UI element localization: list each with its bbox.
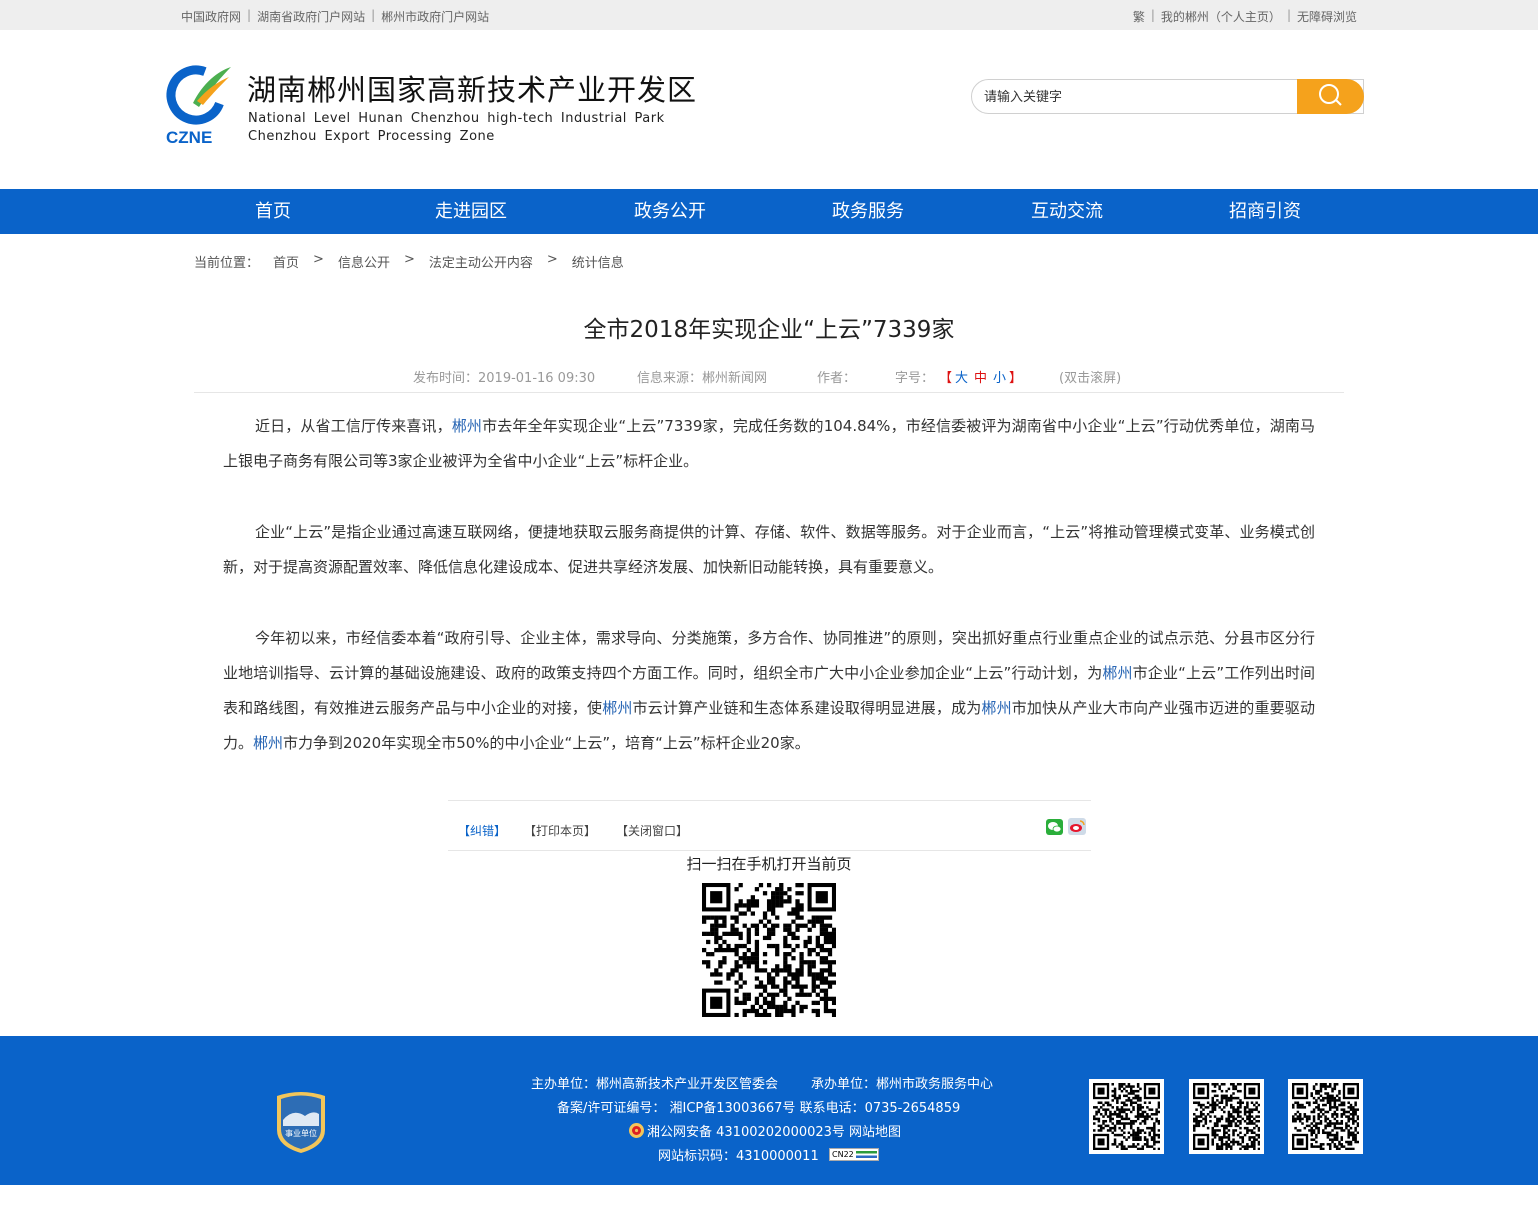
footer-icp[interactable]: 备案/许可证编号： 湘ICP备13003667号 联系电话：0735-26548… (557, 1097, 960, 1116)
font-size-large[interactable]: 大 (955, 367, 968, 386)
footer-qr-1 (1089, 1079, 1164, 1154)
article-title: 全市2018年实现企业“上云”7339家 (583, 317, 955, 343)
czne-logo[interactable]: CZNE (163, 63, 233, 153)
separator: | (371, 8, 376, 22)
breadcrumb-separator: > (403, 252, 415, 267)
qr-code-image (702, 883, 837, 1018)
tools-divider-top (448, 800, 1091, 801)
correction-link[interactable]: 【纠错】 (458, 822, 506, 839)
police-emblem-icon (628, 1122, 645, 1143)
nav-gov-services[interactable]: 政务服务 (832, 189, 904, 234)
place-link[interactable]: 郴州 (981, 699, 1011, 717)
nav-gov-affairs[interactable]: 政务公开 (634, 189, 706, 234)
page-qr-code (702, 883, 837, 1018)
footer-site-code: 网站标识码：4310000011 (658, 1149, 819, 1164)
paragraph-text: 企业“上云”是指企业通过高速互联网络，便捷地获取云服务商提供的计算、存储、软件、… (223, 523, 1315, 576)
search-input[interactable] (984, 88, 1284, 106)
article-body: 近日，从省工信厅传来喜讯，郴州市去年全年实现企业“上云”7339家，完成任务数的… (223, 409, 1315, 797)
font-size-bracket-close: 】 (1009, 371, 1023, 386)
place-link[interactable]: 郴州 (602, 699, 632, 717)
utility-links: 繁 | 我的郴州（个人主页） | 无障碍浏览 (1133, 8, 1357, 25)
cnzz-badge-flag (856, 1151, 877, 1158)
nav-about-park[interactable]: 走进园区 (435, 189, 507, 234)
page-bottom (0, 1185, 1538, 1205)
czne-logo-icon: CZNE (166, 65, 231, 147)
paragraph-text: 市力争到2020年实现全市50%的中小企业“上云”，培育“上云”标杆企业20家。 (283, 734, 810, 752)
breadcrumb-separator: > (313, 252, 324, 267)
font-size-label: 字号： (895, 371, 935, 386)
breadcrumb-prefix: 当前位置： (194, 256, 260, 271)
cnzz-badge-text: CN22 (832, 1150, 854, 1159)
article-paragraph: 今年初以来，市经信委本着“政府引导、企业主体，需求导向、分类施策，多方合作、协同… (223, 621, 1315, 761)
font-size-bracket-open: 【 (939, 371, 953, 386)
footer-police[interactable]: 湘公网安备 43100202000023号 网站地图 (647, 1121, 901, 1140)
separator: | (1286, 8, 1291, 22)
institution-badge-icon: 事业单位 (277, 1092, 325, 1153)
nav-home[interactable]: 首页 (255, 189, 291, 234)
gov-links: 中国政府网 | 湖南省政府门户网站 | 郴州市政府门户网站 (181, 8, 489, 25)
tools-divider-bottom (448, 850, 1091, 851)
cnzz-badge[interactable]: CN22 (829, 1148, 879, 1161)
scan-hint: 扫一扫在手机打开当前页 (686, 855, 852, 873)
paragraph-text: 近日，从省工信厅传来喜讯， (255, 417, 452, 435)
separator: | (247, 8, 252, 22)
logo-abbr: CZNE (166, 128, 212, 147)
link-chenzhou-gov[interactable]: 郴州市政府门户网站 (381, 8, 489, 25)
separator: | (1150, 8, 1155, 22)
wechat-share-icon[interactable] (1046, 819, 1063, 835)
search-icon (1319, 84, 1342, 106)
footer-qr-3 (1288, 1079, 1363, 1154)
nav-investment[interactable]: 招商引资 (1229, 189, 1301, 234)
print-link[interactable]: 【打印本页】 (524, 822, 596, 839)
main-nav: 首页 走进园区 政务公开 政务服务 互动交流 招商引资 (0, 189, 1538, 234)
site-header: CZNE 湖南郴州国家高新技术产业开发区 National Level Huna… (0, 30, 1538, 189)
nav-interaction[interactable]: 互动交流 (1031, 189, 1103, 234)
article-paragraph: 近日，从省工信厅传来喜讯，郴州市去年全年实现企业“上云”7339家，完成任务数的… (223, 409, 1315, 479)
article-paragraph: 企业“上云”是指企业通过高速互联网络，便捷地获取云服务商提供的计算、存储、软件、… (223, 515, 1315, 585)
dblclick-scroll[interactable]: (双击滚屏) (1059, 367, 1121, 386)
footer-qr-2 (1189, 1079, 1264, 1154)
badge-text: 事业单位 (285, 1128, 317, 1138)
link-accessibility[interactable]: 无障碍浏览 (1297, 8, 1357, 25)
article-author: 作者： (817, 371, 857, 386)
breadcrumb-statistics[interactable]: 统计信息 (572, 252, 624, 271)
link-hunan-gov[interactable]: 湖南省政府门户网站 (257, 8, 365, 25)
footer-qr-3-image (1292, 1083, 1359, 1150)
footer-qr-2-image (1193, 1083, 1260, 1150)
link-traditional-chinese[interactable]: 繁 (1133, 8, 1145, 25)
footer-host: 主办单位：郴州高新技术产业开发区管委会 (531, 1077, 779, 1092)
site-footer: 事业单位 主办单位：郴州高新技术产业开发区管委会 承办单位：郴州市政务服务中心 … (0, 1036, 1538, 1185)
site-title: 湖南郴州国家高新技术产业开发区 (247, 73, 698, 107)
link-china-gov[interactable]: 中国政府网 (181, 8, 241, 25)
place-link[interactable]: 郴州 (1102, 664, 1132, 682)
weibo-share-icon[interactable] (1068, 818, 1086, 835)
article-source: 信息来源：郴州新闻网 (637, 371, 768, 386)
search-button[interactable] (1297, 79, 1364, 114)
site-title-en-1: National Level Hunan Chenzhou high-tech … (248, 111, 665, 126)
paragraph-text: 市云计算产业链和生态体系建设取得明显进展，成为 (632, 699, 982, 717)
link-my-chenzhou[interactable]: 我的郴州（个人主页） (1161, 8, 1281, 25)
footer-qr-1-image (1093, 1083, 1160, 1150)
breadcrumb-statutory[interactable]: 法定主动公开内容 (429, 252, 533, 271)
publish-time: 发布时间：2019-01-16 09:30 (413, 371, 596, 386)
font-size-small[interactable]: 小 (993, 367, 1006, 386)
institution-badge[interactable]: 事业单位 (273, 1090, 329, 1154)
breadcrumb-info-public[interactable]: 信息公开 (338, 252, 390, 271)
top-utility-bar: 中国政府网 | 湖南省政府门户网站 | 郴州市政府门户网站 繁 | 我的郴州（个… (0, 0, 1538, 30)
breadcrumb: 当前位置： 首页 > 信息公开 > 法定主动公开内容 > 统计信息 (194, 252, 624, 271)
font-size-medium[interactable]: 中 (974, 367, 987, 386)
site-title-en-2: Chenzhou Export Processing Zone (248, 129, 495, 144)
breadcrumb-separator: > (546, 252, 558, 267)
breadcrumb-home[interactable]: 首页 (273, 252, 299, 271)
place-link[interactable]: 郴州 (253, 734, 283, 752)
meta-divider (194, 392, 1344, 393)
footer-undertaker: 承办单位：郴州市政务服务中心 (811, 1077, 994, 1092)
place-link[interactable]: 郴州 (452, 417, 482, 435)
close-window-link[interactable]: 【关闭窗口】 (616, 822, 688, 839)
search-box (971, 79, 1364, 114)
